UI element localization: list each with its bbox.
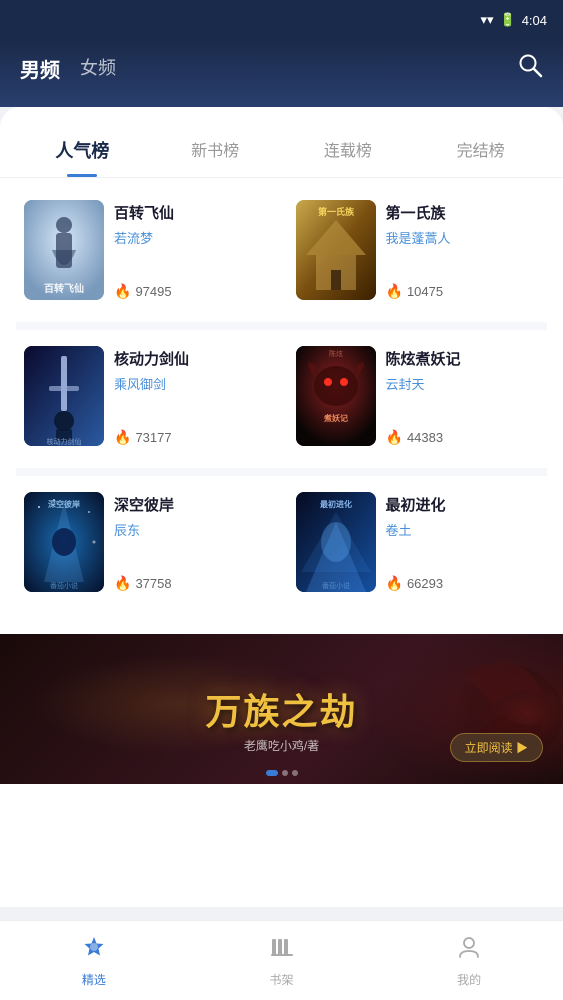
banner-title: 万族之劫 xyxy=(205,683,357,735)
book-item-1[interactable]: 第一氏族 第一氏族 我是蓬蒿人 🔥 10475 xyxy=(288,188,548,312)
bookshelf-label: 书架 xyxy=(270,971,294,988)
banner-read-button[interactable]: 立即阅读 ▶ xyxy=(450,733,543,762)
book-item-4[interactable]: 深空彼岸 番茄小说 深空彼岸 辰东 🔥 37758 xyxy=(16,480,276,604)
book-cover-2: 核动力剑仙 xyxy=(24,346,104,446)
book-item-0[interactable]: 番茄小说 xyxy=(16,188,276,312)
nav-bookshelf[interactable]: 书架 xyxy=(188,924,376,998)
book-author-4: 辰东 xyxy=(114,520,268,539)
status-bar: ▾▾ 🔋 4:04 xyxy=(0,0,563,40)
book-heat-3: 🔥 44383 xyxy=(386,421,540,446)
profile-icon xyxy=(456,934,482,967)
banner-dots xyxy=(266,770,298,776)
book-author-0: 若流梦 xyxy=(114,228,268,247)
book-info-0: 百转飞仙 若流梦 🔥 97495 xyxy=(114,200,268,300)
book-author-3: 云封天 xyxy=(386,374,540,393)
nav-jingxuan[interactable]: 精选 xyxy=(0,924,188,998)
fire-icon-5: 🔥 xyxy=(386,575,403,592)
heat-num-4: 37758 xyxy=(135,576,171,591)
heat-num-1: 10475 xyxy=(407,284,443,299)
book-item-2[interactable]: 核动力剑仙 核动力剑仙 乘风御剑 🔥 73177 xyxy=(16,334,276,458)
book-author-1: 我是蓬蒿人 xyxy=(386,228,540,247)
svg-text:第一氏族: 第一氏族 xyxy=(317,206,354,217)
svg-text:最初进化: 最初进化 xyxy=(320,499,352,509)
book-heat-4: 🔥 37758 xyxy=(114,567,268,592)
tab-serialized[interactable]: 连载榜 xyxy=(282,127,415,177)
fire-icon-2: 🔥 xyxy=(114,429,131,446)
book-title-0: 百转飞仙 xyxy=(114,204,268,224)
bookshelf-icon xyxy=(269,934,295,967)
fire-icon-3: 🔥 xyxy=(386,429,403,446)
book-cover-0: 番茄小说 xyxy=(24,200,104,300)
book-row-3: 深空彼岸 番茄小说 深空彼岸 辰东 🔥 37758 xyxy=(16,480,547,604)
book-heat-0: 🔥 97495 xyxy=(114,275,268,300)
divider-2 xyxy=(16,468,547,476)
status-time: 4:04 xyxy=(522,13,547,28)
book-cover-1: 第一氏族 xyxy=(296,200,376,300)
book-cover-4: 深空彼岸 番茄小说 xyxy=(24,492,104,592)
tab-completed[interactable]: 完结榜 xyxy=(414,127,547,177)
bottom-nav: 精选 书架 我的 xyxy=(0,920,563,1000)
nav-male[interactable]: 男频 xyxy=(20,50,60,87)
jingxuan-icon xyxy=(81,934,107,967)
book-cover-3: 煮妖记 陈炫 xyxy=(296,346,376,446)
svg-text:煮妖记: 煮妖记 xyxy=(323,413,348,423)
svg-text:陈炫: 陈炫 xyxy=(329,349,343,358)
book-row-2: 核动力剑仙 核动力剑仙 乘风御剑 🔥 73177 xyxy=(16,334,547,458)
book-title-2: 核动力剑仙 xyxy=(114,350,268,370)
fire-icon-0: 🔥 xyxy=(114,283,131,300)
book-heat-1: 🔥 10475 xyxy=(386,275,540,300)
book-title-1: 第一氏族 xyxy=(386,204,540,224)
book-title-5: 最初进化 xyxy=(386,496,540,516)
svg-text:核动力剑仙: 核动力剑仙 xyxy=(47,437,82,446)
banner-subtitle: 老鹰吃小鸡/著 xyxy=(244,737,319,754)
battery-icon: 🔋 xyxy=(500,12,516,28)
svg-text:深空彼岸: 深空彼岸 xyxy=(48,499,80,509)
cover-text-0: 百转飞仙 xyxy=(28,284,100,296)
jingxuan-label: 精选 xyxy=(82,971,106,988)
book-author-2: 乘风御剑 xyxy=(114,374,268,393)
fire-icon-1: 🔥 xyxy=(386,283,403,300)
wifi-icon: ▾▾ xyxy=(480,12,493,28)
banner[interactable]: 万族之劫 老鹰吃小鸡/著 立即阅读 ▶ xyxy=(0,634,563,784)
book-heat-2: 🔥 73177 xyxy=(114,421,268,446)
dot-2 xyxy=(282,770,288,776)
heat-num-3: 44383 xyxy=(407,430,443,445)
book-info-4: 深空彼岸 辰东 🔥 37758 xyxy=(114,492,268,592)
book-heat-5: 🔥 66293 xyxy=(386,567,540,592)
header: 男频 女频 xyxy=(0,40,563,107)
book-row-1: 番茄小说 xyxy=(16,188,547,312)
heat-num-0: 97495 xyxy=(135,284,171,299)
svg-text:番茄小说: 番茄小说 xyxy=(50,581,78,590)
book-list: 番茄小说 xyxy=(0,178,563,624)
book-item-3[interactable]: 煮妖记 陈炫 陈炫煮妖记 云封天 🔥 44383 xyxy=(288,334,548,458)
book-author-5: 卷土 xyxy=(386,520,540,539)
main-content: 人气榜 新书榜 连载榜 完结榜 番茄小说 xyxy=(0,107,563,907)
heat-num-5: 66293 xyxy=(407,576,443,591)
svg-text:番茄小说: 番茄小说 xyxy=(322,581,350,590)
book-info-3: 陈炫煮妖记 云封天 🔥 44383 xyxy=(386,346,540,446)
book-info-2: 核动力剑仙 乘风御剑 🔥 73177 xyxy=(114,346,268,446)
search-button[interactable] xyxy=(517,52,543,85)
heat-num-2: 73177 xyxy=(135,430,171,445)
book-title-4: 深空彼岸 xyxy=(114,496,268,516)
book-cover-5: 最初进化 番茄小说 xyxy=(296,492,376,592)
profile-label: 我的 xyxy=(457,971,481,988)
nav-female[interactable]: 女频 xyxy=(80,50,116,87)
tab-popular[interactable]: 人气榜 xyxy=(16,127,149,177)
dot-1 xyxy=(266,770,278,776)
fire-icon-4: 🔥 xyxy=(114,575,131,592)
nav-profile[interactable]: 我的 xyxy=(375,924,563,998)
book-info-5: 最初进化 卷土 🔥 66293 xyxy=(386,492,540,592)
book-item-5[interactable]: 最初进化 番茄小说 最初进化 卷土 🔥 66293 xyxy=(288,480,548,604)
tabs-bar: 人气榜 新书榜 连载榜 完结榜 xyxy=(0,107,563,178)
book-info-1: 第一氏族 我是蓬蒿人 🔥 10475 xyxy=(386,200,540,300)
book-title-3: 陈炫煮妖记 xyxy=(386,350,540,370)
tab-new[interactable]: 新书榜 xyxy=(149,127,282,177)
dot-3 xyxy=(292,770,298,776)
header-nav: 男频 女频 xyxy=(20,50,487,87)
divider-1 xyxy=(16,322,547,330)
